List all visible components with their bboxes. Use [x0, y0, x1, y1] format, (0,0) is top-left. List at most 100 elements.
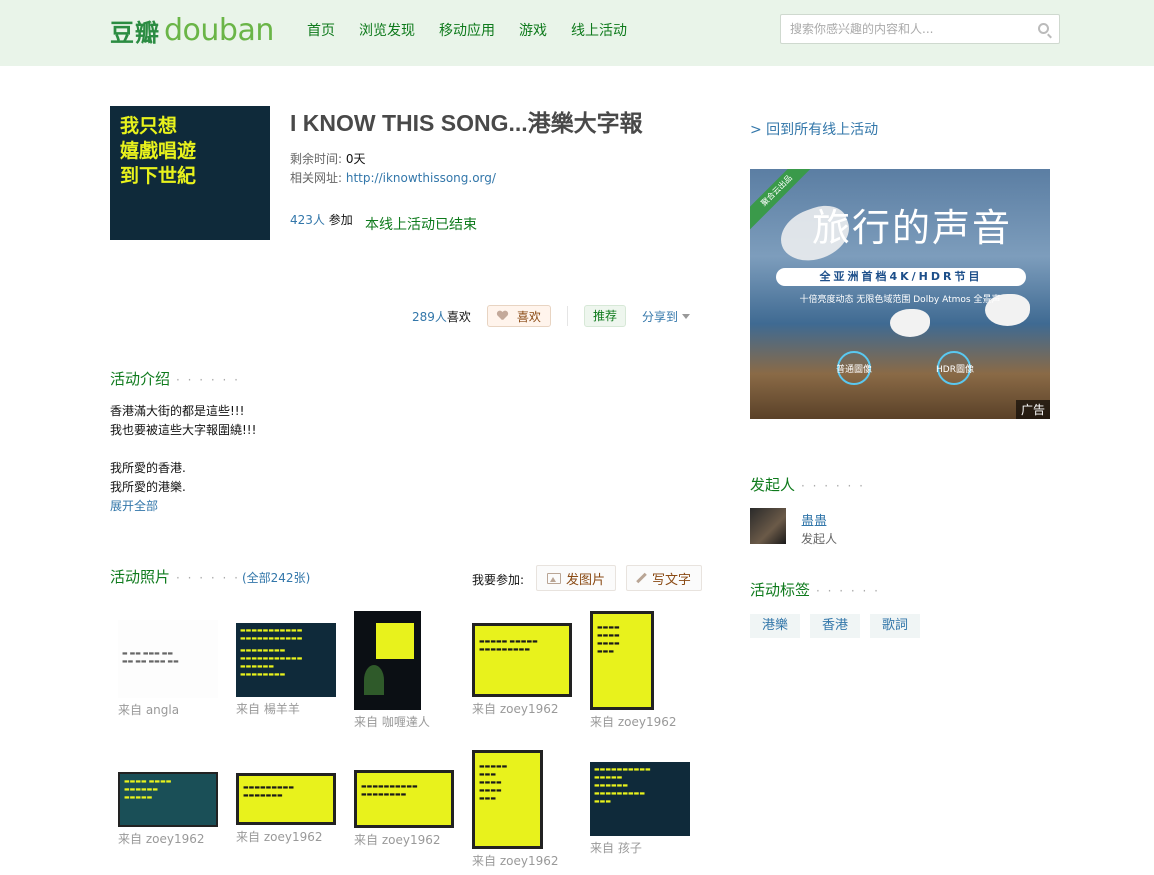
photo-text: ▬▬▬▬▬▬▬▬▬ [594, 790, 646, 797]
likes-count[interactable]: 289人 [412, 308, 447, 325]
ad-title: 旅行的声音 [812, 206, 1013, 250]
photo-text: ▬▬▬▬ [479, 787, 502, 794]
divider [566, 306, 568, 326]
write-text-label: 写文字 [652, 572, 692, 588]
tag-item[interactable]: 港樂 [750, 614, 801, 638]
likes-suffix: 喜欢 [446, 309, 471, 324]
photo-thumbnail[interactable]: ▬▬▬▬▬▬▬▬▬▬▬ ▬▬▬▬▬▬▬▬▬▬▬ ▬▬▬▬▬▬▬▬ ▬▬▬▬▬▬▬… [236, 623, 336, 697]
logo-en: douban [164, 12, 274, 48]
creator-role: 发起人 [801, 532, 838, 546]
ad-subtitle: 十倍亮度动态 无限色域范围 Dolby Atmos 全景声 [799, 295, 1001, 305]
photo-text: ▬▬▬▬▬▬▬▬ [240, 647, 286, 654]
logo-cn: 豆瓣 [110, 18, 160, 47]
photo-text: ▬▬▬▬▬▬▬▬▬▬▬ [240, 655, 303, 662]
search-icon[interactable] [1038, 23, 1049, 34]
pencil-icon [636, 572, 647, 584]
photo-item[interactable]: ▬▬▬▬▬ ▬▬▬▬▬ ▬▬▬▬▬▬▬▬▬ 来自 zoey1962 [472, 623, 572, 717]
photo-thumbnail[interactable]: ▬▬▬▬▬▬▬▬▬ ▬▬▬▬▬▬▬ [236, 773, 336, 825]
photo-item[interactable]: ▬▬▬▬▬▬▬▬▬ ▬▬▬▬▬▬▬ 来自 zoey1962 [236, 773, 336, 845]
intro-line: 我也要被這些大字報圍繞!!! [110, 423, 257, 437]
nav-home[interactable]: 首页 [307, 20, 335, 40]
photo-source: 来自 zoey1962 [472, 854, 559, 868]
creator-name-link[interactable]: 蛊蛊 [801, 510, 827, 529]
intro-body: 香港滿大街的都是這些!!! 我也要被這些大字報圍繞!!! 我所愛的香港. 我所愛… [110, 402, 256, 516]
photo-thumbnail[interactable]: ▬ ▬▬ ▬▬▬ ▬▬ ▬▬ ▬▬ ▬▬▬ ▬▬ [118, 620, 218, 698]
photo-thumbnail[interactable]: ▬▬▬▬▬▬▬▬▬▬ ▬▬▬▬▬ ▬▬▬▬▬▬ ▬▬▬▬▬▬▬▬▬ ▬▬▬ [590, 762, 690, 836]
recommend-button[interactable]: 推荐 [583, 305, 626, 327]
photo-source: 来自 zoey1962 [590, 715, 677, 729]
photo-item[interactable]: ▬▬▬▬ ▬▬▬▬ ▬▬▬▬ ▬▬▬ 来自 zoey1962 [590, 611, 676, 730]
intro-line: 香港滿大街的都是這些!!! [110, 404, 245, 418]
url-row: 相关网址: http://iknowthissong.org/ [290, 169, 496, 188]
remaining-value: 0天 [345, 152, 366, 166]
intro-line: 我所愛的香港. [110, 461, 186, 475]
photo-thumbnail[interactable]: ▬▬▬▬▬ ▬▬▬ ▬▬▬▬ ▬▬▬▬ ▬▬▬ [472, 750, 543, 849]
photo-text: ▬▬▬▬ [597, 632, 620, 639]
event-status: 本线上活动已结束 [365, 217, 477, 233]
photo-source: 来自 zoey1962 [236, 830, 323, 844]
join-label: 我要参加: [472, 573, 525, 587]
photo-text: ▬▬▬ [594, 798, 612, 805]
photo-item[interactable]: ▬ ▬▬ ▬▬▬ ▬▬ ▬▬ ▬▬ ▬▬▬ ▬▬ 来自 angla [118, 620, 218, 718]
intro-dots: · · · · · · [176, 373, 240, 387]
photo-thumbnail[interactable]: ▬▬▬▬▬▬▬▬▬▬ ▬▬▬▬▬▬▬▬ [354, 770, 454, 828]
photo-thumbnail[interactable]: ▬▬▬▬▬ ▬▬▬▬▬ ▬▬▬▬▬▬▬▬▬ [472, 623, 572, 697]
ad-banner[interactable]: 聚合云出品 旅行的声音 全亚洲首档4K/HDR节目 十倍亮度动态 无限色域范围 … [750, 169, 1050, 419]
photo-source: 来自 zoey1962 [118, 832, 205, 846]
photo-thumbnail[interactable] [354, 611, 421, 710]
avatar[interactable] [750, 508, 786, 544]
back-to-events-link[interactable]: > 回到所有线上活动 [750, 119, 878, 139]
event-meta: 剩余时间: 0天 相关网址: http://iknowthissong.org/ [290, 150, 496, 188]
photo-text: ▬▬▬▬▬▬▬▬▬▬ [361, 783, 418, 790]
main-nav: 首页 浏览发现 移动应用 游戏 线上活动 [307, 20, 627, 40]
photos-heading-text: 活动照片 [110, 568, 171, 586]
photo-text: ▬▬▬▬▬ [479, 763, 508, 770]
tag-item[interactable]: 歌詞 [870, 614, 921, 638]
photo-item[interactable]: 来自 咖喱達人 [354, 611, 430, 730]
nav-mobile[interactable]: 移动应用 [439, 20, 495, 40]
photo-text: ▬▬▬▬ ▬▬▬▬ [124, 778, 172, 785]
tags-dots: · · · · · · [816, 584, 880, 598]
tags-heading-text: 活动标签 [750, 581, 811, 599]
creator-dots: · · · · · · [801, 479, 865, 493]
share-menu[interactable]: 分享到 [642, 308, 690, 325]
photo-source: 来自 zoey1962 [472, 702, 559, 716]
expand-all-link[interactable]: 展开全部 [110, 499, 158, 513]
photo-text: ▬▬▬▬▬▬▬▬▬ [479, 646, 531, 653]
nav-online-events[interactable]: 线上活动 [571, 20, 627, 40]
nav-explore[interactable]: 浏览发现 [359, 20, 415, 40]
photo-item[interactable]: ▬▬▬▬ ▬▬▬▬ ▬▬▬▬▬▬ ▬▬▬▬▬ 来自 zoey1962 [118, 772, 218, 847]
upload-image-button[interactable]: 发图片 [536, 565, 617, 591]
photos-total-link[interactable]: (全部242张) [242, 571, 310, 585]
poster-line: 到下世紀 [120, 165, 197, 187]
tag-list: 港樂 香港 歌詞 [750, 614, 921, 638]
photo-text: ▬▬▬▬▬▬▬▬ [361, 791, 407, 798]
douban-logo[interactable]: 豆瓣 douban [110, 12, 274, 48]
upload-image-label: 发图片 [566, 572, 606, 588]
nav-games[interactable]: 游戏 [519, 20, 547, 40]
photo-text: ▬▬▬▬ [597, 640, 620, 647]
photo-thumbnail[interactable]: ▬▬▬▬ ▬▬▬▬ ▬▬▬▬ ▬▬▬ [590, 611, 654, 710]
search-input[interactable] [781, 15, 1021, 43]
share-label: 分享到 [641, 309, 678, 324]
photo-text: ▬▬▬ [597, 648, 615, 655]
photo-item[interactable]: ▬▬▬▬▬▬▬▬▬▬ ▬▬▬▬▬▬▬▬ 来自 zoey1962 [354, 770, 454, 848]
photo-item[interactable]: ▬▬▬▬▬ ▬▬▬ ▬▬▬▬ ▬▬▬▬ ▬▬▬ 来自 zoey1962 [472, 750, 558, 869]
tag-item[interactable]: 香港 [810, 614, 861, 638]
poster-line: 嬉戲唱遊 [120, 140, 197, 162]
ad-headline: 全亚洲首档4K/HDR节目 [776, 268, 1026, 286]
photo-source: 来自 zoey1962 [354, 833, 441, 847]
like-button[interactable]: 喜欢 [486, 305, 551, 327]
tags-heading: 活动标签 · · · · · · [750, 579, 880, 600]
event-title: I KNOW THIS SONG...港樂大字報 [290, 110, 643, 136]
photo-text: ▬▬▬▬▬▬ [124, 786, 159, 793]
event-url-link[interactable]: http://iknowthissong.org/ [346, 171, 496, 185]
photo-item[interactable]: ▬▬▬▬▬▬▬▬▬▬▬ ▬▬▬▬▬▬▬▬▬▬▬ ▬▬▬▬▬▬▬▬ ▬▬▬▬▬▬▬… [236, 623, 336, 717]
participants-count[interactable]: 423人 [290, 213, 325, 227]
intro-line: 我所愛的港樂. [110, 480, 186, 494]
write-text-button[interactable]: 写文字 [626, 565, 703, 591]
photo-item[interactable]: ▬▬▬▬▬▬▬▬▬▬ ▬▬▬▬▬ ▬▬▬▬▬▬ ▬▬▬▬▬▬▬▬▬ ▬▬▬ 来自… [590, 762, 690, 856]
photo-thumbnail[interactable]: ▬▬▬▬ ▬▬▬▬ ▬▬▬▬▬▬ ▬▬▬▬▬ [118, 772, 218, 827]
intro-heading-text: 活动介绍 [110, 370, 171, 388]
search-box [780, 14, 1060, 44]
